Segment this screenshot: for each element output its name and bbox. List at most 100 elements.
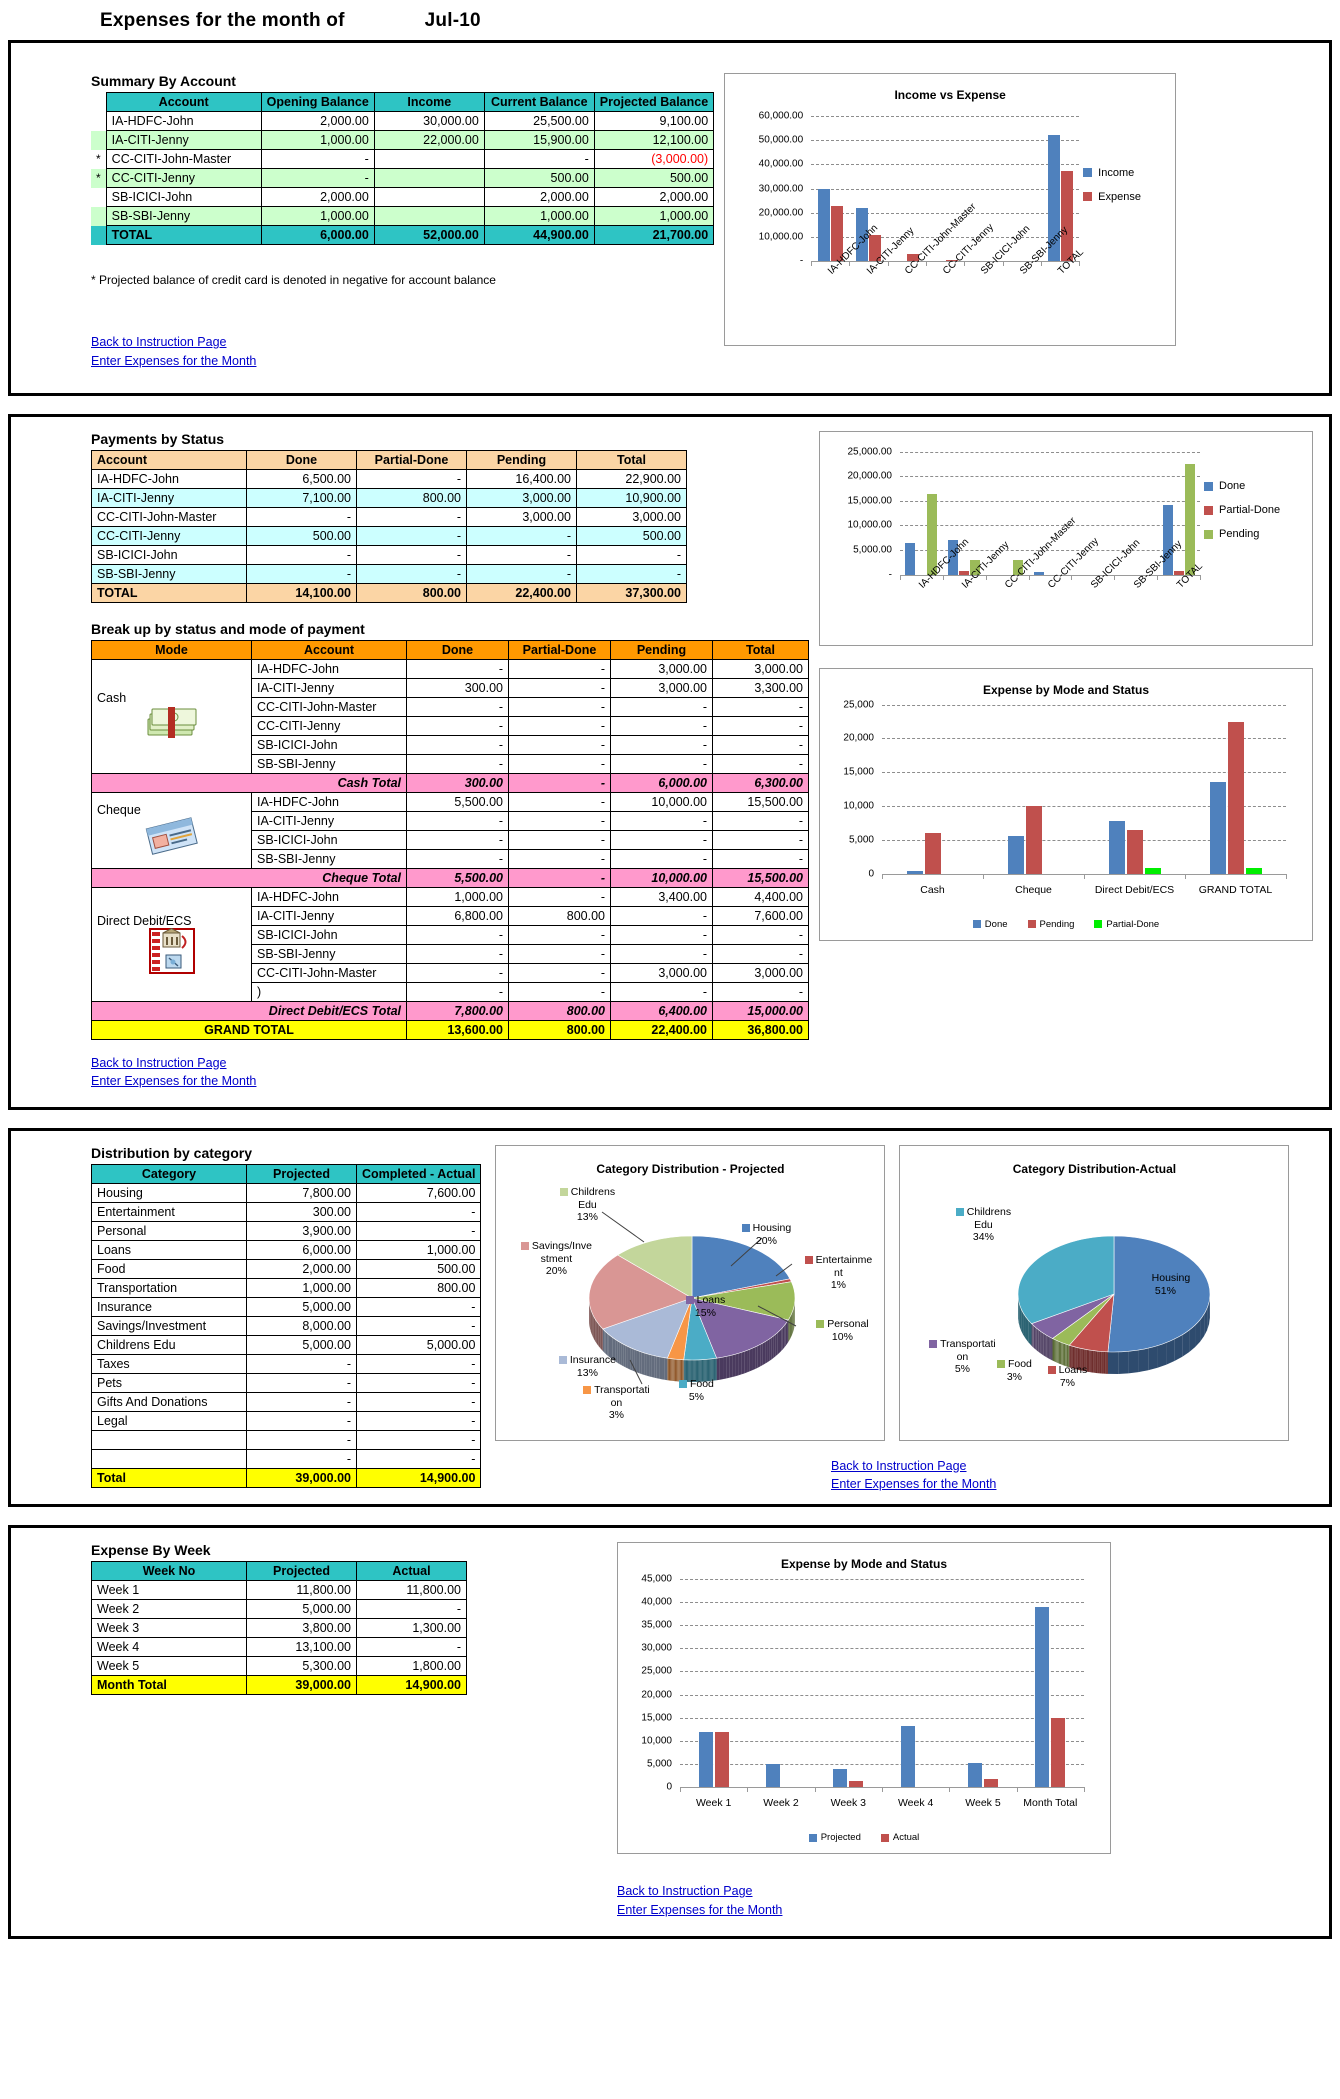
category-left-column: Distribution by category Category Project… [21,1145,482,1488]
amount-total: - [712,753,809,774]
amount-pending: - [610,753,713,774]
x-axis-tick [1157,574,1159,580]
table-row: Direct Debit/ECS IA-HDFC-John 1,000.00-3,4… [91,886,809,1002]
legend-label: Pending [1219,528,1260,540]
status-total: 3,000.00 [576,506,687,527]
total-partial: 800.00 [356,582,467,603]
gridline [900,476,1200,478]
pie-label-text: Transportati on [594,1384,650,1409]
expense-by-week-chart[interactable]: Expense by Mode and Status 45,000 40,000 35… [617,1542,1111,1854]
actual-amount: - [355,1373,482,1393]
back-to-instruction-link[interactable]: Back to Instruction Page [91,1054,809,1073]
table-row: SB-SBI-Jenny 1,000.00 1,000.00 1,000.00 [91,206,715,226]
account-name: SB-ICICI-John [251,924,407,945]
legend-item: Partial-Done [1094,919,1159,930]
x-axis-label: Week 3 [830,1797,867,1809]
direct-debit-icon [148,928,195,974]
payments-by-status-chart[interactable]: 25,000.00 20,000.00 15,000.00 10,000.00 5,00… [819,430,1313,646]
legend-swatch [583,1386,592,1395]
actual-amount: - [355,1392,482,1412]
amount-total: - [712,848,809,869]
chart-title: Expense by Mode and Status [982,682,1150,697]
enter-expenses-link[interactable]: Enter Expenses for the Month [617,1901,1319,1920]
column-header: Current Balance [483,92,595,112]
expense-by-mode-status-chart[interactable]: Expense by Mode and Status 25,000 20,000 15… [819,667,1313,941]
bar-pending [1126,830,1143,874]
table-header-row: Week No Projected Actual [91,1561,467,1581]
amount-partial: - [508,886,611,907]
table-row: SB-ICICI-John 2,000.00 2,000.00 2,000.00 [91,187,715,207]
legend-swatch [972,920,981,928]
y-axis-tick-label: 45,000 [641,1573,672,1585]
legend-swatch [1140,1274,1149,1283]
x-axis-tick [1286,873,1287,879]
projected-balance: 500.00 [593,168,715,188]
amount-pending: 3,400.00 [610,886,713,907]
table-row: Childrens Edu 5,000.00 5,000.00 [91,1335,482,1355]
y-axis-tick-label: 25,000.00 [847,446,893,457]
gridline [680,1694,1084,1696]
column-header: Partial-Done [356,449,467,470]
subtotal-pending: 6,000.00 [610,772,713,793]
current-balance: - [483,149,595,169]
gridline [680,1763,1084,1765]
star-spacer [91,225,107,245]
category-name: Entertainment [91,1202,247,1222]
account-name: IA-CITI-Jenny [251,677,407,698]
pie-label-text: Transportati on [940,1338,996,1363]
enter-expenses-link[interactable]: Enter Expenses for the Month [831,1475,996,1494]
x-axis-tick [1084,873,1085,879]
legend-swatch [1083,168,1093,177]
page-title: Expenses for the month of Jul-10 [0,0,1340,40]
gridline [680,1671,1084,1673]
amount-pending: 10,000.00 [610,791,713,812]
column-header: Pending [610,639,713,660]
status-pending: - [466,544,577,565]
y-axis-tick-label: 30,000.00 [758,183,804,194]
amount-total: 4,400.00 [712,886,809,907]
y-axis-tick-label: 40,000.00 [758,158,804,170]
x-axis-label: CC-CITI-John-Master [1003,514,1079,591]
amount-partial: - [508,677,611,698]
amount-done: 5,500.00 [406,791,509,812]
links-block-3: Back to Instruction Page Enter Expenses … [831,1457,996,1495]
weekly-right-column: Expense by Mode and Status 45,000 40,000 35… [467,1542,1319,1920]
enter-expenses-link[interactable]: Enter Expenses for the Month [91,352,714,371]
income-vs-expense-chart[interactable]: Income vs Expense 60,000.00 50,000.00 40,00… [724,73,1177,346]
bar-projected [968,1762,982,1787]
amount-pending: - [610,810,713,831]
pie-slice-label: Housing 20% [718,1222,814,1247]
enter-expenses-link[interactable]: Enter Expenses for the Month [91,1072,809,1091]
total-actual: 14,900.00 [356,1675,467,1695]
bar-projected [1035,1606,1050,1787]
category-name: Housing [91,1183,247,1203]
cash-icon [147,707,196,738]
account-name: SB-SBI-Jenny [251,848,407,869]
pie-label-text: Housing [1151,1272,1191,1284]
projected-balance: 1,000.00 [593,206,715,226]
back-to-instruction-link[interactable]: Back to Instruction Page [91,333,714,352]
account-name: CC-CITI-John-Master [251,962,407,983]
back-to-instruction-link[interactable]: Back to Instruction Page [617,1882,1319,1901]
x-axis-label: CC-CITI-John-Master [902,201,979,277]
legend-label: Partial-Done [1106,918,1160,930]
category-distribution-actual-chart[interactable]: Category Distribution-Actual Housing 51% Lo… [899,1145,1290,1441]
projected-amount: 5,000.00 [246,1297,357,1317]
opening-balance: 2,000.00 [260,187,375,207]
category-distribution-projected-chart[interactable]: Category Distribution - Projected Housing… [495,1145,886,1441]
back-to-instruction-link[interactable]: Back to Instruction Page [831,1457,996,1476]
table-row: Loans 6,000.00 1,000.00 [91,1240,482,1260]
legend-item: Done [1204,480,1280,492]
bar-actual [984,1778,998,1787]
x-axis-tick [942,574,944,580]
status-pending: 3,000.00 [466,506,577,527]
status-total: - [576,544,687,565]
x-axis-label: SB-SBI-Jenny [1131,538,1184,591]
chart-legend: Projected Actual [618,1832,1110,1843]
star-marker [91,112,106,131]
bar-projected [900,1726,915,1787]
column-header: Done [406,639,509,660]
table-header-row: Category Projected Completed - Actual [91,1164,482,1184]
pie-label-percent: 34% [972,1231,994,1244]
y-axis-tick-label: 10,000.00 [847,519,893,531]
